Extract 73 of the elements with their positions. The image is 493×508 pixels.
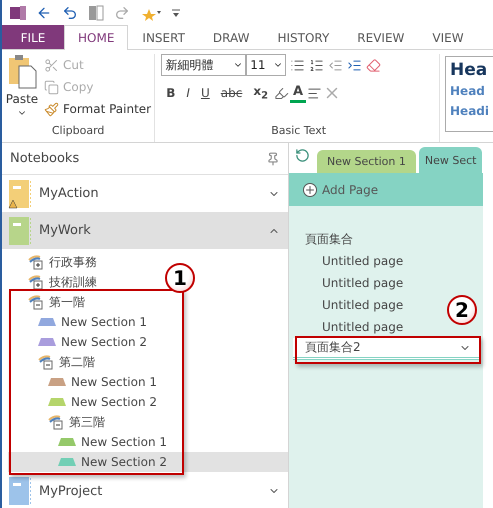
highlighter-icon[interactable] [274, 86, 290, 100]
format-painter-button[interactable]: Format Painter [42, 98, 154, 120]
customize-icon[interactable] [172, 8, 180, 18]
indent-icon[interactable] [347, 58, 362, 72]
paintbrush-icon [44, 102, 59, 116]
bullets-icon[interactable] [290, 58, 306, 72]
section-item[interactable]: New Section 2 [8, 452, 288, 472]
section-item[interactable]: New Section 1 [8, 372, 162, 392]
section-group-icon[interactable] [48, 414, 64, 430]
section-group-item[interactable]: 技術訓練 [8, 272, 101, 292]
section-tab-icon [48, 378, 66, 386]
page-group-item[interactable]: 頁面集合2 [293, 338, 479, 360]
undo-icon[interactable] [62, 4, 78, 20]
add-page-button[interactable]: Add Page [289, 173, 483, 206]
notebook-item[interactable]: MyWork [2, 212, 288, 249]
section-tab-icon [48, 398, 66, 406]
underline-button[interactable]: U [196, 82, 215, 104]
strikethrough-button[interactable]: abc [216, 82, 248, 104]
page-item[interactable]: Untitled page [289, 294, 412, 316]
back-icon[interactable] [36, 4, 52, 20]
section-item[interactable]: New Section 2 [8, 392, 162, 412]
app-logo-icon [10, 4, 26, 20]
sync-icon[interactable] [295, 148, 310, 163]
subscript-button[interactable]: x$_{2}$ [248, 82, 274, 104]
font-dropdown[interactable]: 新細明體 [161, 54, 246, 76]
add-icon [303, 182, 317, 196]
page-item[interactable]: Untitled page [289, 250, 412, 272]
file-tab[interactable]: FILE [2, 25, 64, 49]
section-tab-icon [38, 318, 56, 326]
section-tab[interactable]: New Sect [418, 147, 482, 173]
section-item[interactable]: New Section 2 [8, 332, 152, 352]
pin-icon[interactable] [266, 152, 280, 166]
eraser-icon[interactable] [366, 58, 382, 72]
section-tab[interactable]: New Section 1 [317, 150, 416, 173]
style-item[interactable]: Head [450, 81, 489, 101]
section-group-icon[interactable] [28, 274, 44, 290]
section-group-item[interactable]: 第二階 [8, 352, 99, 372]
notebook-icon [8, 476, 32, 506]
style-item[interactable]: Headi [450, 101, 489, 121]
section-group-item[interactable]: 第一階 [8, 292, 89, 312]
page-item[interactable]: Untitled page [289, 272, 412, 294]
clipboard-icon [7, 54, 37, 90]
bold-button[interactable]: B [161, 82, 180, 104]
page-group-item[interactable]: 頁面集合 [289, 228, 361, 250]
style-item[interactable]: Hea [450, 59, 489, 81]
section-tab-icon [58, 438, 76, 446]
align-icon[interactable] [307, 86, 322, 100]
section-group-item[interactable]: 第三階 [8, 412, 109, 432]
section-tab-icon [38, 338, 56, 346]
ribbon-tab[interactable]: HOME [64, 25, 128, 50]
section-tab-icon [58, 458, 76, 466]
italic-button[interactable]: I [181, 82, 195, 104]
styles-gallery[interactable]: Hea Head Headi [445, 56, 493, 132]
font-size-dropdown[interactable]: 11 [246, 54, 286, 76]
section-item[interactable]: New Section 1 [8, 312, 152, 332]
group-label: Basic Text [270, 124, 328, 139]
pane-title: Notebooks [10, 151, 80, 166]
paste-button[interactable]: Paste [2, 54, 42, 124]
section-item[interactable]: New Section 1 [8, 432, 172, 452]
font-color-button[interactable]: A [290, 83, 306, 103]
section-group-item[interactable]: 行政事務 [8, 252, 101, 272]
page-item[interactable]: Untitled page [289, 316, 412, 338]
callout-number: 1 [165, 263, 195, 293]
section-group-icon[interactable] [38, 354, 54, 370]
section-group-icon[interactable] [28, 294, 44, 310]
notebook-icon [8, 178, 32, 208]
notebook-icon [8, 216, 32, 246]
section-group-icon[interactable] [28, 254, 44, 270]
dock-icon[interactable] [88, 4, 104, 20]
group-label: Clipboard [50, 124, 106, 139]
scissors-icon [44, 58, 59, 72]
numbering-icon[interactable] [309, 58, 324, 72]
copy-icon [44, 80, 59, 94]
